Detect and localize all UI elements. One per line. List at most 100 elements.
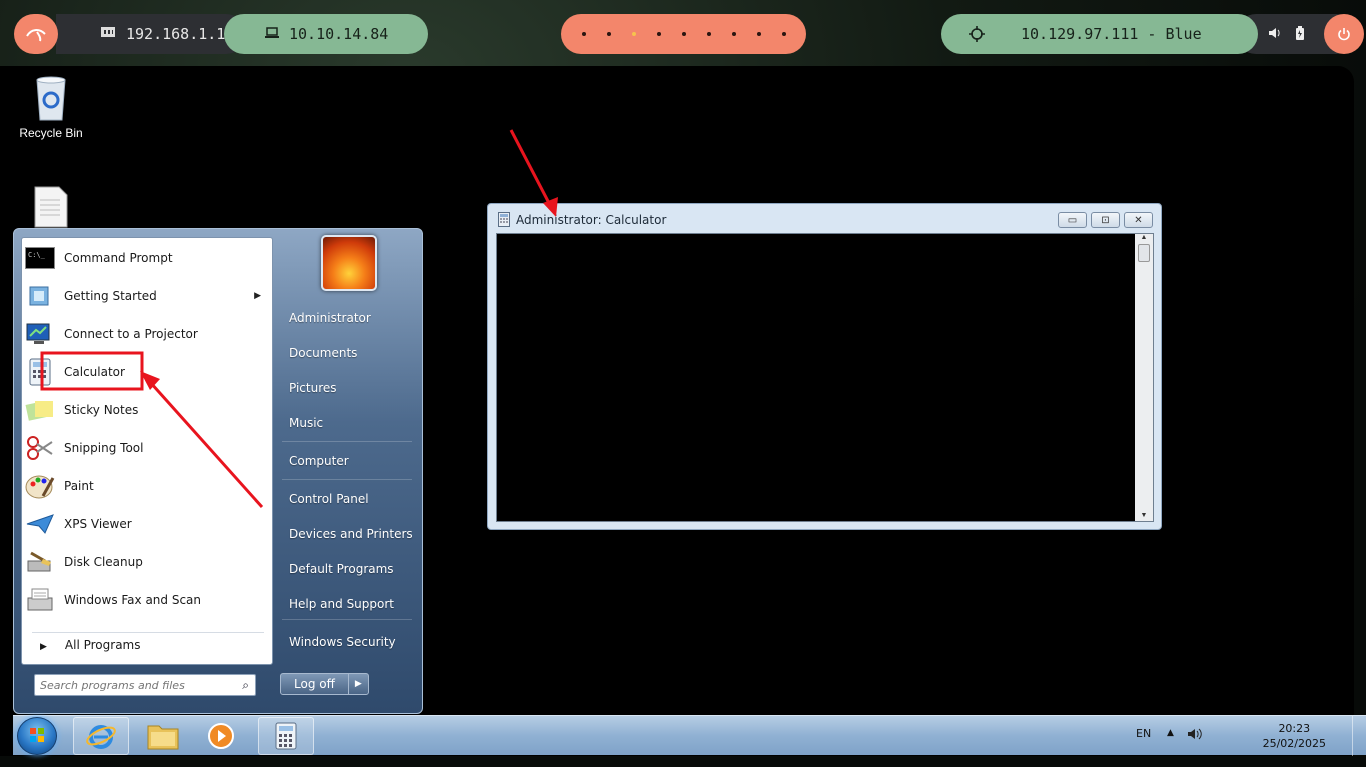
search-icon[interactable]: ⌕ [242, 678, 249, 693]
taskbar-internet-explorer[interactable] [73, 717, 129, 755]
workspace-dot[interactable] [606, 32, 611, 36]
program-label: Command Prompt [64, 251, 173, 265]
getting-started-icon [25, 282, 55, 310]
shutdown-options-arrow-icon[interactable]: ▶ [347, 674, 368, 694]
svg-text:C:\_: C:\_ [28, 251, 46, 259]
vertical-scrollbar[interactable]: ▲ ▼ [1135, 234, 1153, 521]
media-player-icon [208, 723, 234, 749]
laptop-icon [264, 25, 280, 43]
clock-time: 20:23 [1278, 722, 1311, 735]
start-search-box[interactable]: ⌕ [34, 674, 256, 696]
show-desktop-button[interactable] [1352, 716, 1366, 756]
taskbar: EN ▲ 20:23 25/02/2025 [13, 715, 1366, 756]
calculator-icon [25, 358, 55, 386]
program-label: XPS Viewer [64, 517, 132, 531]
clock-date: 25/02/2025 [1262, 737, 1326, 750]
start-right-administrator[interactable]: Administrator [289, 311, 371, 325]
program-getting-started[interactable]: Getting Started ▶ [25, 278, 271, 314]
program-label: Paint [64, 479, 94, 493]
workspace-dot[interactable] [756, 32, 761, 36]
desktop-icon-file[interactable] [34, 186, 68, 233]
scroll-down-arrow-icon[interactable]: ▼ [1135, 512, 1153, 519]
workspace-dot[interactable] [656, 32, 661, 36]
start-right-pictures[interactable]: Pictures [289, 381, 337, 395]
minimize-icon: ▭ [1067, 214, 1078, 226]
taskbar-explorer[interactable] [135, 717, 191, 755]
calculator-icon [275, 722, 297, 750]
workspace-switcher[interactable] [561, 14, 806, 54]
program-label: Windows Fax and Scan [64, 593, 202, 607]
program-calculator[interactable]: Calculator [25, 354, 271, 390]
start-right-documents[interactable]: Documents [289, 346, 357, 360]
crosshair-icon [969, 26, 985, 46]
start-right-computer[interactable]: Computer [289, 454, 349, 468]
close-button[interactable]: ✕ [1124, 212, 1153, 228]
paint-icon [25, 472, 55, 500]
close-icon: ✕ [1134, 214, 1143, 226]
target-pill: 10.129.97.111 - Blue [941, 14, 1258, 54]
scroll-thumb[interactable] [1138, 244, 1150, 262]
scissors-icon [25, 434, 55, 462]
program-disk-cleanup[interactable]: Disk Cleanup [25, 544, 271, 580]
taskbar-calculator[interactable] [258, 717, 314, 755]
log-off-label: Log off [294, 677, 335, 691]
workspace-dot[interactable] [581, 32, 586, 36]
volume-icon[interactable] [1268, 26, 1282, 44]
power-button[interactable] [1324, 14, 1364, 54]
start-right-devices-and-printers[interactable]: Devices and Printers [289, 527, 413, 541]
program-snipping-tool[interactable]: Snipping Tool [25, 430, 271, 466]
language-indicator[interactable]: EN [1136, 727, 1151, 740]
right-pane-separator [282, 479, 412, 480]
program-xps-viewer[interactable]: XPS Viewer [25, 506, 271, 542]
minimize-button[interactable]: ▭ [1058, 212, 1087, 228]
start-right-default-programs[interactable]: Default Programs [289, 562, 394, 576]
workspace-dot[interactable] [631, 32, 636, 36]
program-label: Getting Started [64, 289, 157, 303]
program-paint[interactable]: Paint [25, 468, 271, 504]
start-right-windows-security[interactable]: Windows Security [289, 635, 396, 649]
disk-cleanup-icon [25, 548, 55, 576]
search-input[interactable] [35, 675, 231, 695]
triangle-right-icon: ▶ [40, 642, 47, 652]
maximize-button[interactable]: ⊡ [1091, 212, 1120, 228]
window-title: Administrator: Calculator [516, 213, 667, 227]
internet-explorer-icon [86, 725, 116, 749]
start-right-control-panel[interactable]: Control Panel [289, 492, 369, 506]
start-right-help-and-support[interactable]: Help and Support [289, 597, 394, 611]
program-command-prompt[interactable]: C:\_ Command Prompt [25, 240, 271, 276]
program-sticky-notes[interactable]: Sticky Notes [25, 392, 271, 428]
all-programs-label: All Programs [64, 638, 141, 652]
workspace-dot[interactable] [731, 32, 736, 36]
lan-ip-text: 192.168.1.15 [126, 25, 235, 43]
volume-tray-icon[interactable] [1187, 727, 1203, 744]
program-windows-fax-and-scan[interactable]: Windows Fax and Scan [25, 582, 271, 618]
calculator-window[interactable]: Administrator: Calculator ▭ ⊡ ✕ ▲ ▼ [487, 203, 1162, 530]
start-right-music[interactable]: Music [289, 416, 323, 430]
windows-logo-icon [30, 728, 44, 742]
calculator-small-icon [498, 212, 510, 227]
log-off-button[interactable]: Log off ▶ [280, 673, 369, 695]
desktop-icon-recycle-bin[interactable]: Recycle Bin [6, 74, 96, 140]
recycle-bin-label: Recycle Bin [19, 126, 83, 140]
all-programs-button[interactable]: ▶ All Programs [40, 638, 141, 652]
workspace-dot[interactable] [681, 32, 686, 36]
clock[interactable]: 20:23 25/02/2025 [1263, 721, 1326, 751]
start-button[interactable] [17, 717, 57, 755]
submenu-arrow-icon: ▶ [254, 291, 261, 301]
program-label: Sticky Notes [64, 403, 139, 417]
program-label: Connect to a Projector [64, 327, 198, 341]
workspace-dot[interactable] [781, 32, 786, 36]
taskbar-media-player[interactable] [193, 717, 249, 755]
show-hidden-icons-arrow-icon[interactable]: ▲ [1167, 728, 1174, 738]
kali-menu-button[interactable] [14, 14, 58, 54]
program-connect-to-a-projector[interactable]: Connect to a Projector [25, 316, 271, 352]
scroll-up-arrow-icon[interactable]: ▲ [1135, 234, 1153, 241]
workspace-dot[interactable] [706, 32, 711, 36]
program-label: Disk Cleanup [64, 555, 143, 569]
top-status-bar: 192.168.1.15 10.10.14.84 10.129.97.111 -… [0, 14, 1366, 54]
start-menu-programs-pane: ▶ All Programs C:\_ Command Prompt Getting … [21, 237, 273, 665]
right-pane-separator [282, 441, 412, 442]
user-picture[interactable] [321, 235, 377, 291]
start-menu: ▶ All Programs C:\_ Command Prompt Getting … [13, 228, 423, 714]
right-pane-separator [282, 619, 412, 620]
